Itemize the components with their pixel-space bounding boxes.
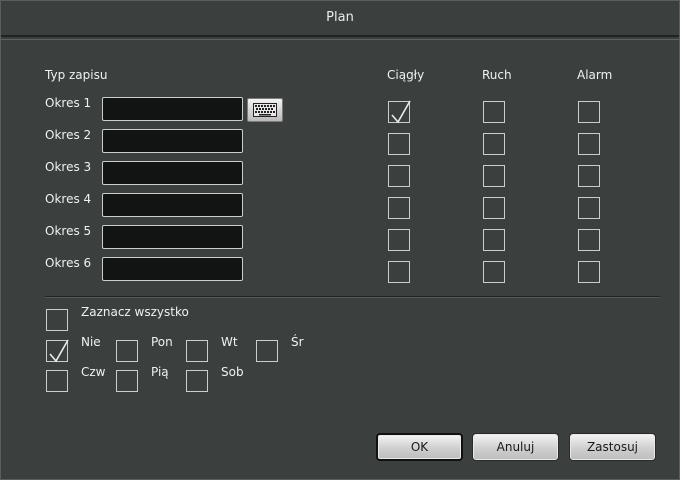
day-checkbox[interactable] [46,339,69,363]
day-label: Pon [151,335,173,349]
period-label: Okres 2 [45,128,92,142]
day-checkbox[interactable] [256,340,278,362]
period-label: Okres 1 [45,96,92,110]
day-label: Śr [291,335,304,349]
checkmark-icon [49,339,69,363]
apply-button[interactable]: Zastosuj [569,433,656,461]
period-time-range-field[interactable] [102,193,243,217]
day-label: Wt [221,335,238,349]
period-6-alarm-checkbox[interactable] [578,261,600,283]
period-label: Okres 4 [45,192,92,206]
period-6-continuous-checkbox[interactable] [388,261,410,283]
keyboard-button[interactable] [247,98,283,122]
period-4-alarm-checkbox[interactable] [578,197,600,219]
period-time-range-field[interactable] [102,161,243,185]
day-checkbox[interactable] [116,340,138,362]
period-3-continuous-checkbox[interactable] [388,165,410,187]
period-label: Okres 6 [45,256,92,270]
day-label: Sob [221,365,244,379]
column-motion-header: Ruch [482,68,512,82]
period-1-motion-checkbox[interactable] [483,101,505,123]
section-divider [45,296,660,298]
day-label: Czw [81,365,106,379]
period-4-continuous-checkbox[interactable] [388,197,410,219]
period-time-range-field[interactable] [102,129,243,153]
period-1-continuous-checkbox[interactable] [388,100,411,124]
checkmark-icon [391,100,411,124]
period-2-alarm-checkbox[interactable] [578,133,600,155]
period-4-motion-checkbox[interactable] [483,197,505,219]
column-alarm-header: Alarm [577,68,613,82]
keyboard-icon [253,103,277,117]
plan-dialog: Plan Typ zapisu Ciągły Ruch Alarm Okres … [0,0,680,480]
period-time-range-field[interactable] [102,257,243,281]
period-time-range-field[interactable] [102,225,243,249]
period-2-motion-checkbox[interactable] [483,133,505,155]
period-5-alarm-checkbox[interactable] [578,229,600,251]
day-label: Pią [151,365,169,379]
day-checkbox[interactable] [186,340,208,362]
period-2-continuous-checkbox[interactable] [388,133,410,155]
period-3-motion-checkbox[interactable] [483,165,505,187]
select-all-checkbox[interactable] [46,309,68,331]
period-label: Okres 5 [45,224,92,238]
record-type-label: Typ zapisu [45,68,108,82]
dialog-title: Plan [1,1,679,37]
period-6-motion-checkbox[interactable] [483,261,505,283]
day-checkbox[interactable] [186,370,208,392]
day-checkbox[interactable] [46,370,68,392]
period-3-alarm-checkbox[interactable] [578,165,600,187]
period-1-alarm-checkbox[interactable] [578,101,600,123]
ok-button[interactable]: OK [376,433,463,461]
select-all-label: Zaznacz wszystko [81,305,189,319]
period-time-range-field[interactable] [102,97,243,121]
period-5-continuous-checkbox[interactable] [388,229,410,251]
title-divider [1,39,679,40]
column-continuous-header: Ciągły [387,68,425,82]
period-label: Okres 3 [45,160,92,174]
period-5-motion-checkbox[interactable] [483,229,505,251]
day-label: Nie [81,335,101,349]
day-checkbox[interactable] [116,370,138,392]
cancel-button[interactable]: Anuluj [472,433,559,461]
